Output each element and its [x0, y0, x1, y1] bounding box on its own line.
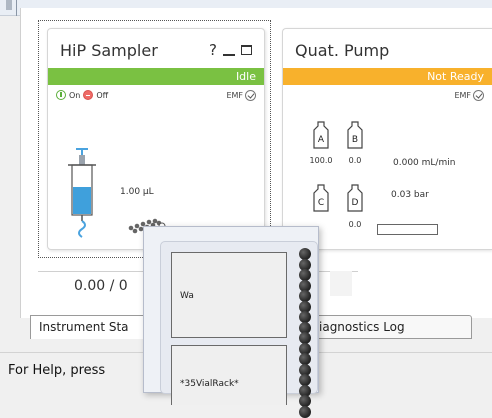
- minimize-button[interactable]: [223, 54, 235, 56]
- solvent-bottle-b-icon: B: [347, 121, 363, 149]
- tab-diagnostics-log[interactable]: iagnostics Log: [310, 315, 472, 339]
- quat-pump-module[interactable]: Quat. Pump Not Ready EMF A 100.0 B 0.0 C…: [282, 28, 492, 250]
- bottle-d-level: 0.0: [348, 220, 362, 229]
- bottle-b-level: 0.0: [348, 156, 362, 165]
- bottle-letter: C: [318, 198, 324, 208]
- tab-instrument-status[interactable]: Instrument Sta: [30, 315, 160, 339]
- bottle-letter: D: [352, 198, 359, 208]
- on-icon[interactable]: [56, 90, 66, 100]
- emf-label: EMF: [226, 91, 243, 100]
- solvent-bottle-c-icon: C: [313, 184, 329, 212]
- syringe-icon: [68, 148, 96, 238]
- status-bar-text: For Help, press: [8, 363, 106, 378]
- on-label[interactable]: On: [69, 91, 80, 100]
- bottle-letter: A: [318, 135, 325, 145]
- status-bar: Not Ready: [283, 68, 492, 85]
- emf-indicator[interactable]: EMF: [226, 90, 256, 101]
- rack-slot-label: *35VialRack*: [180, 379, 239, 389]
- module-title: HiP Sampler: [60, 41, 158, 60]
- frame-stub: [6, 0, 12, 10]
- off-label[interactable]: Off: [96, 91, 108, 100]
- rack-slot-wash[interactable]: Wa: [171, 252, 287, 338]
- help-button[interactable]: ?: [209, 41, 217, 59]
- pressure-gauge: [377, 224, 438, 235]
- pressure-value: 0.03 bar: [391, 190, 429, 200]
- rack-slot-vialrack[interactable]: *35VialRack*: [171, 345, 287, 405]
- app-window: HiP Sampler ? Idle On Off EMF 1.00 µL Qu…: [0, 0, 492, 418]
- hip-sampler-module[interactable]: HiP Sampler ? Idle On Off EMF 1.00 µL: [47, 28, 265, 250]
- emf-check-icon: [245, 90, 256, 101]
- emf-label: EMF: [454, 91, 471, 100]
- module-title: Quat. Pump: [295, 41, 390, 60]
- vial-rack-popup[interactable]: Wa *35VialRack*: [143, 226, 319, 418]
- solvent-bottle-a-icon: A: [313, 121, 329, 149]
- solvent-bottle-d-icon: D: [347, 184, 363, 212]
- counter-field: [330, 271, 352, 296]
- module-window-controls: ?: [209, 41, 252, 59]
- rack-panel: Wa *35VialRack*: [160, 241, 318, 418]
- maximize-button[interactable]: [241, 45, 252, 55]
- power-toggle-group: On Off: [56, 90, 108, 100]
- counter-value: 0.00 / 0: [74, 278, 128, 294]
- frame-edge: [16, 0, 17, 16]
- rack-slot-label: Wa: [180, 291, 194, 301]
- flow-rate: 0.000 mL/min: [393, 158, 456, 168]
- injection-volume: 1.00 µL: [120, 187, 154, 197]
- off-icon[interactable]: [83, 90, 94, 100]
- bottle-letter: B: [352, 135, 358, 145]
- emf-check-icon: [473, 90, 484, 101]
- bottle-a-level: 100.0: [309, 156, 333, 165]
- vial-position[interactable]: [299, 405, 311, 418]
- emf-indicator[interactable]: EMF: [454, 90, 484, 101]
- status-bar: Idle: [48, 68, 264, 85]
